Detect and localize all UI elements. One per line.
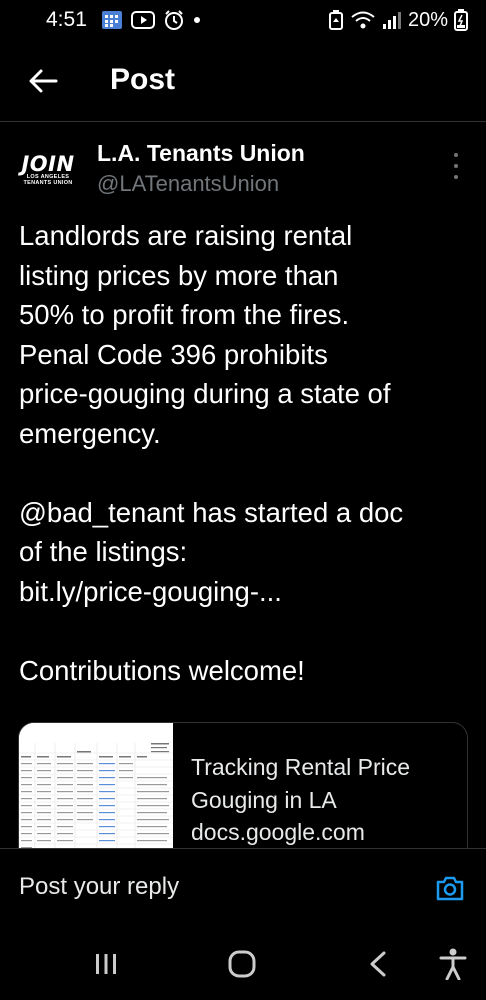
post-line: 50% to profit from the fires. xyxy=(19,299,350,330)
reply-bar: Post your reply xyxy=(0,848,486,926)
header-divider xyxy=(0,121,486,122)
author-name[interactable]: L.A. Tenants Union xyxy=(97,140,305,167)
arrow-left-icon[interactable] xyxy=(26,64,60,98)
page-header: Post xyxy=(0,52,486,112)
post-line: Penal Code 396 prohibits xyxy=(19,338,328,370)
home-icon[interactable] xyxy=(228,950,256,978)
notification-dot-icon xyxy=(193,17,200,23)
author-handle[interactable]: @LATenantsUnion xyxy=(97,171,279,197)
post-text: Landlords are raising rental listing pri… xyxy=(19,216,469,730)
avatar[interactable]: JOIN LOS ANGELES TENANTS UNION xyxy=(18,140,78,200)
post-paragraph-2: @bad_tenant has started a doc of the lis… xyxy=(19,493,469,612)
link-card-title: Tracking Rental Price Gouging in LA xyxy=(191,754,411,813)
wifi-icon xyxy=(351,11,375,29)
post-line: of the listings: xyxy=(19,536,188,567)
camera-icon[interactable] xyxy=(434,872,466,904)
system-nav-bar xyxy=(0,926,486,1000)
post-line: listing prices by more than xyxy=(19,259,339,291)
status-bar: 4:51 20% xyxy=(0,0,486,40)
post-paragraph-1: Landlords are raising rental listing pri… xyxy=(19,216,469,453)
post-text-segment: has started a doc xyxy=(184,496,404,528)
system-status: 20% xyxy=(328,9,468,32)
back-chevron-icon[interactable] xyxy=(368,951,388,977)
link-card-domain: docs.google.com xyxy=(191,819,365,845)
reply-input[interactable]: Post your reply xyxy=(19,873,179,901)
status-time: 4:51 xyxy=(46,8,87,31)
avatar-subtext-2: TENANTS UNION xyxy=(23,180,73,186)
youtube-icon xyxy=(130,11,155,29)
mention-link[interactable]: @bad_tenant xyxy=(19,497,185,528)
alarm-icon xyxy=(164,10,183,30)
avatar-text: JOIN xyxy=(21,152,75,176)
more-vertical-icon[interactable] xyxy=(450,153,462,179)
doc-link[interactable]: bit.ly/price-gouging-... xyxy=(19,572,469,612)
notification-icons xyxy=(101,9,201,31)
battery-icon xyxy=(454,9,468,31)
battery-percent: 20% xyxy=(407,8,448,31)
recent-apps-icon[interactable] xyxy=(92,952,120,976)
post-line: Landlords are raising rental xyxy=(19,220,353,251)
signal-icon xyxy=(382,12,401,29)
post-paragraph-3: Contributions welcome! xyxy=(19,654,305,686)
calendar-app-icon xyxy=(101,11,122,29)
post-line: price-gouging during a state of xyxy=(19,378,391,409)
accessibility-icon[interactable] xyxy=(438,948,468,980)
post-line: emergency. xyxy=(19,417,161,449)
page-title: Post xyxy=(110,63,176,96)
battery-saver-icon xyxy=(328,10,343,30)
